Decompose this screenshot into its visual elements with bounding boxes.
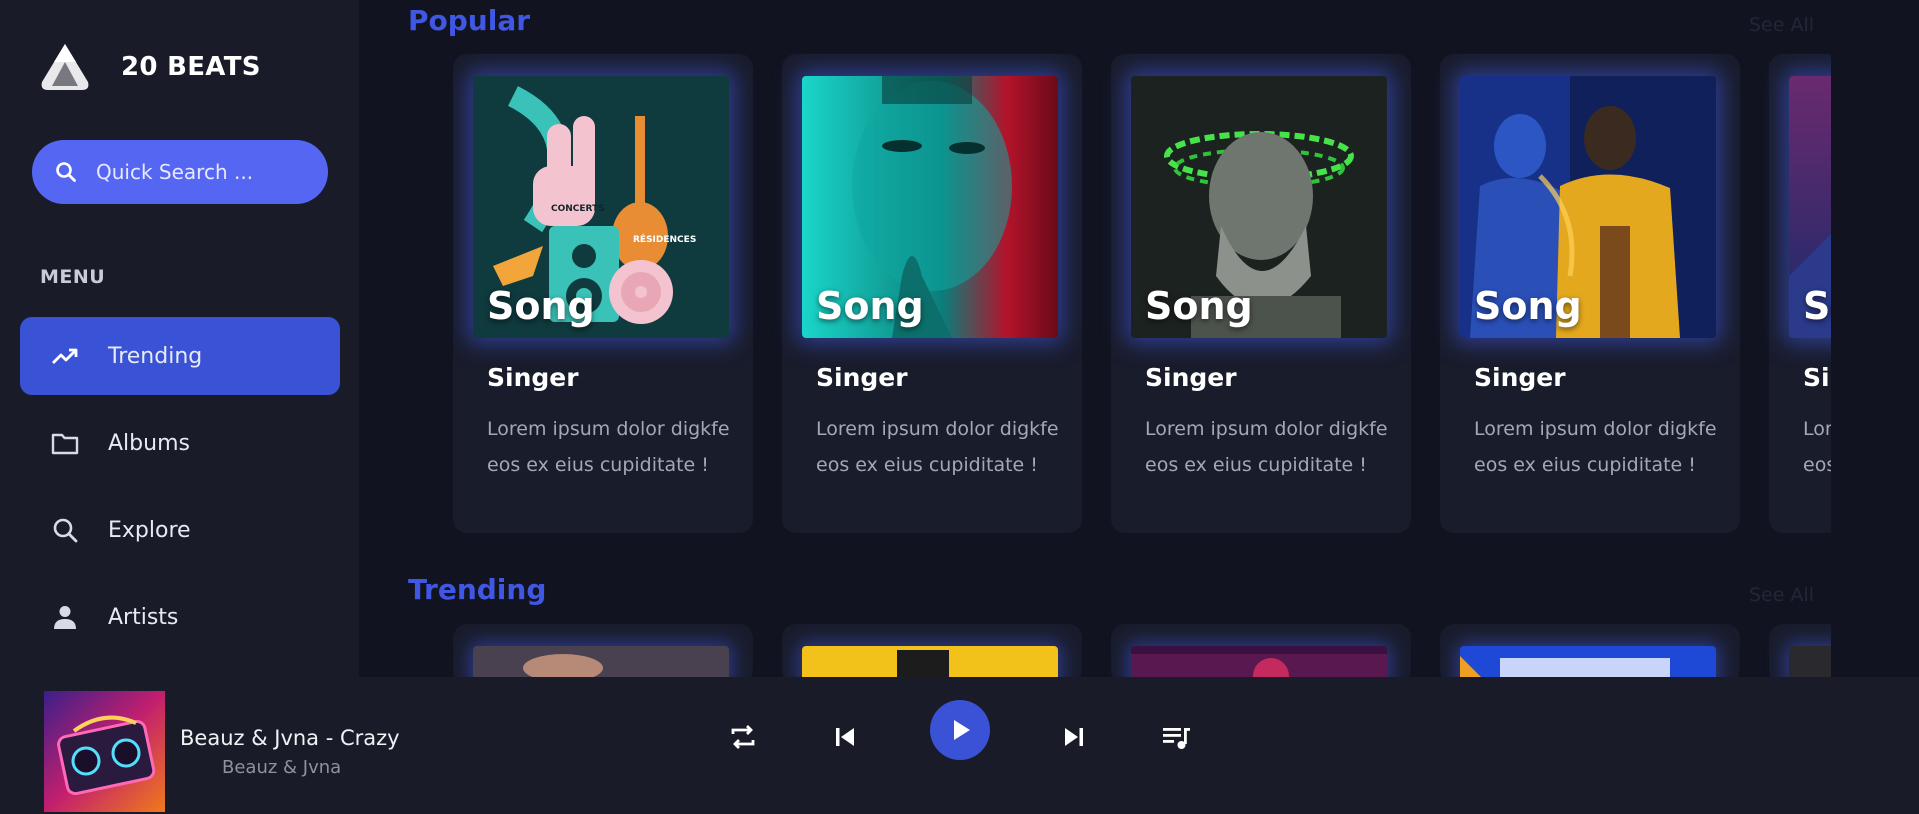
yellow-poster-image <box>802 646 1058 677</box>
trending-cover-image[interactable] <box>802 646 1058 677</box>
folder-icon <box>51 433 79 455</box>
svg-text:CONCERTS: CONCERTS <box>551 204 605 214</box>
boombox-artwork-image <box>44 691 165 812</box>
trending-up-icon <box>52 348 78 364</box>
music-poster-image <box>1460 646 1716 677</box>
song-title: Song <box>1474 284 1582 328</box>
skip-previous-icon <box>836 728 854 746</box>
song-title: Song <box>1145 284 1253 328</box>
nav-item-albums[interactable]: Albums <box>20 404 340 482</box>
main-content: Popular See All CONCERTS RÉSIDENCES Song… <box>359 0 1919 677</box>
now-playing-artist: Beauz & Jvna <box>222 757 342 778</box>
trending-card[interactable] <box>1769 624 1831 677</box>
mountain-logo-icon <box>41 44 89 90</box>
popular-row: CONCERTS RÉSIDENCES Song Singer Lorem ip… <box>453 54 1831 534</box>
song-description: Lorem ipsum dolor digkfe eos ex eius cup… <box>1145 418 1388 476</box>
song-card[interactable]: Song Singer Lorem ipsum dolor digkfe eos… <box>782 54 1082 533</box>
section-title-popular: Popular <box>408 4 531 37</box>
search-icon <box>56 162 76 182</box>
song-description: Lorem ipsum dolor digkfe eos ex eius cup… <box>487 418 730 476</box>
song-description: Lorem ipsum dolor digkfe eos ex eius cup… <box>816 418 1059 476</box>
nav-label-explore: Explore <box>108 517 191 543</box>
song-card[interactable]: Song Singer Lorem ipsum dolor digkfe eos… <box>1769 54 1831 533</box>
search-icon <box>53 518 78 543</box>
nav-label-albums: Albums <box>108 430 190 456</box>
menu-heading: MENU <box>40 266 106 288</box>
nav-item-artists[interactable]: Artists <box>20 578 340 656</box>
previous-button[interactable] <box>823 715 867 759</box>
see-all-trending-link[interactable]: See All <box>1749 584 1814 606</box>
repeat-icon <box>731 725 755 749</box>
singer-name: Singer <box>816 363 908 392</box>
singer-name: Singer <box>1474 363 1566 392</box>
song-title: Song <box>487 284 595 328</box>
singer-name: Singer <box>487 363 579 392</box>
queue-button[interactable] <box>1154 715 1198 759</box>
song-card[interactable]: Song Singer Lorem ipsum dolor digkfe eos… <box>1111 54 1411 533</box>
brand[interactable]: 20 BEATS <box>38 40 261 94</box>
song-card[interactable]: Song Singer Lorem ipsum dolor digkfe eos… <box>1440 54 1740 533</box>
song-cover-image[interactable]: CONCERTS RÉSIDENCES Song <box>473 76 729 338</box>
song-cover-image[interactable]: Song <box>1789 76 1831 338</box>
person-icon <box>54 606 76 629</box>
song-cover-image[interactable]: Song <box>1460 76 1716 338</box>
nav-item-explore[interactable]: Explore <box>20 491 340 569</box>
singer-name: Singer <box>1145 363 1237 392</box>
trending-cover-image[interactable] <box>1789 646 1831 677</box>
svg-text:RÉSIDENCES: RÉSIDENCES <box>633 233 696 245</box>
section-title-trending: Trending <box>408 573 547 606</box>
play-icon <box>954 720 970 740</box>
trending-cover-image[interactable] <box>1460 646 1716 677</box>
singer-name: Singer <box>1803 363 1831 392</box>
trending-card[interactable] <box>1111 624 1411 677</box>
queue-music-icon <box>1163 728 1190 749</box>
trending-card[interactable] <box>453 624 753 677</box>
nav-label-artists: Artists <box>108 604 179 630</box>
nav-item-trending[interactable]: Trending <box>20 317 340 395</box>
see-all-popular-link[interactable]: See All <box>1749 14 1814 36</box>
song-description: Lorem ipsum dolor digkfe eos ex eius cup… <box>1803 418 1831 476</box>
nav-label-trending: Trending <box>108 343 203 369</box>
song-cover-image[interactable]: Song <box>1131 76 1387 338</box>
song-description: Lorem ipsum dolor digkfe eos ex eius cup… <box>1474 418 1717 476</box>
trending-card[interactable] <box>1440 624 1740 677</box>
next-button[interactable] <box>1052 715 1096 759</box>
search-box[interactable] <box>32 140 328 204</box>
now-playing-title: Beauz & Jvna - Crazy <box>180 726 400 750</box>
brand-name: 20 BEATS <box>121 52 261 82</box>
trending-cover-image[interactable] <box>473 646 729 677</box>
song-title: Song <box>816 284 924 328</box>
now-playing-artwork[interactable] <box>44 691 165 812</box>
song-card[interactable]: CONCERTS RÉSIDENCES Song Singer Lorem ip… <box>453 54 753 533</box>
dark-poster-image <box>1789 646 1831 677</box>
play-button[interactable] <box>930 700 990 760</box>
space-poster-image <box>1131 646 1387 677</box>
smoke-image <box>473 646 729 677</box>
repeat-button[interactable] <box>721 715 765 759</box>
trending-card[interactable] <box>782 624 1082 677</box>
trending-row <box>453 624 1831 677</box>
trending-cover-image[interactable] <box>1131 646 1387 677</box>
sidebar: 20 BEATS MENU Trending Albums Explore <box>0 0 359 677</box>
search-input[interactable] <box>96 160 316 184</box>
skip-next-icon <box>1065 728 1083 746</box>
song-cover-image[interactable]: Song <box>802 76 1058 338</box>
song-title: Song <box>1803 284 1831 328</box>
